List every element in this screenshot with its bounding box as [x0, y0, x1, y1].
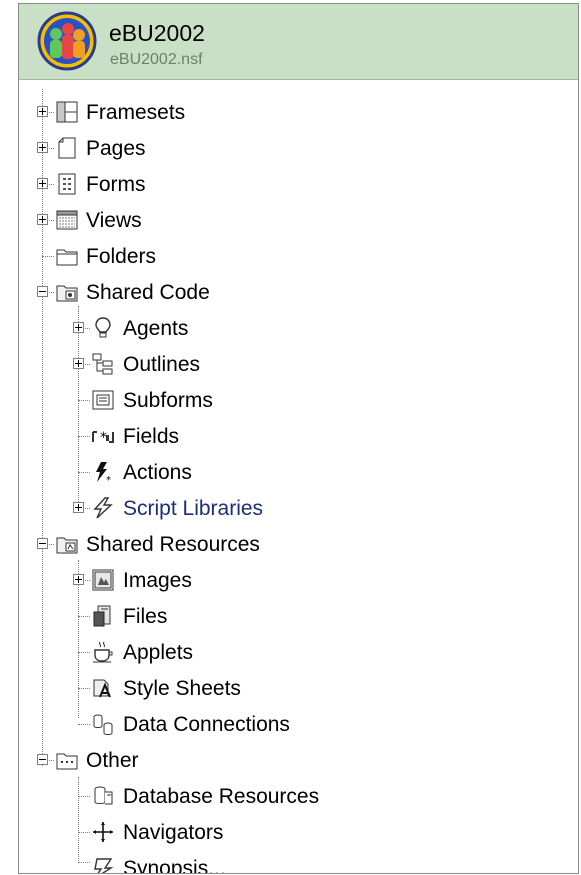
tree-item-label: Agents [123, 317, 189, 340]
frameset-icon [56, 101, 78, 123]
tree-item-label: Files [123, 605, 168, 628]
form-icon [58, 173, 76, 195]
page-icon [58, 137, 76, 159]
tree-item-label: Actions [123, 461, 192, 484]
expand-toggle[interactable] [73, 322, 84, 333]
synopsis-icon [94, 858, 114, 873]
database-resource-icon [94, 786, 113, 805]
collapse-toggle[interactable] [37, 538, 48, 549]
tree-item-label: Pages [86, 137, 146, 160]
tree-item-forms[interactable]: Forms [19, 167, 578, 203]
style-sheet-icon [93, 679, 111, 698]
tree-item-shared-code[interactable]: Shared Code [19, 275, 578, 311]
tree-item-navigators[interactable]: Navigators [19, 815, 578, 851]
tree-item-subforms[interactable]: Subforms [19, 383, 578, 419]
action-lightning-icon: * [96, 462, 111, 484]
tree-item-style-sheets[interactable]: Style Sheets [19, 671, 578, 707]
tree-item-outlines[interactable]: Outlines [19, 347, 578, 383]
tree-item-applets[interactable]: Applets [19, 635, 578, 671]
subform-icon [92, 390, 114, 410]
tree-item-label: Data Connections [123, 713, 290, 736]
tree-item-label: Navigators [123, 821, 224, 844]
collapse-toggle[interactable] [37, 286, 48, 297]
tree-item-label: Other [86, 749, 139, 772]
tree-item-label: Shared Resources [86, 533, 260, 556]
database-navigator-panel: eBU2002 eBU2002.nsf Framesets Pages Form… [18, 3, 579, 874]
tree-item-label: Synopsis... [123, 857, 226, 874]
expand-toggle[interactable] [73, 358, 84, 369]
tree-item-label: Database Resources [123, 785, 320, 808]
collapse-toggle[interactable] [37, 754, 48, 765]
tree-item-database-resources[interactable]: Database Resources [19, 779, 578, 815]
tree-item-framesets[interactable]: Framesets [19, 95, 578, 131]
tree-item-data-connections[interactable]: Data Connections [19, 707, 578, 743]
tree-item-script-libraries[interactable]: Script Libraries [19, 491, 578, 527]
expand-toggle[interactable] [37, 214, 48, 225]
tree-item-views[interactable]: Views [19, 203, 578, 239]
svg-text:*: * [100, 430, 107, 446]
tree-item-files[interactable]: Files [19, 599, 578, 635]
expand-toggle[interactable] [37, 106, 48, 117]
outline-hierarchy-icon [92, 353, 113, 375]
tree-item-pages[interactable]: Pages [19, 131, 578, 167]
tree-item-label: Forms [86, 173, 146, 196]
view-icon [56, 210, 78, 230]
tree-item-label: Views [86, 209, 142, 232]
tree-item-synopsis[interactable]: Synopsis... [19, 851, 578, 874]
tree-item-label: Script Libraries [123, 497, 264, 520]
svg-text:*: * [106, 475, 111, 484]
data-connection-icon [93, 714, 113, 735]
other-folder-icon [56, 753, 78, 770]
expand-toggle[interactable] [73, 574, 84, 585]
tree-item-label: Shared Code [86, 281, 210, 304]
expand-toggle[interactable] [37, 142, 48, 153]
shared-resources-folder-icon [56, 537, 78, 554]
tree-item-label: Subforms [123, 389, 213, 412]
expand-toggle[interactable] [73, 502, 84, 513]
tree-item-label: Fields [123, 425, 180, 448]
tree-item-label: Applets [123, 641, 194, 664]
tree-item-label: Folders [86, 245, 157, 268]
tree-item-folders[interactable]: Folders [19, 239, 578, 275]
tree-item-label: Images [123, 569, 192, 592]
file-resource-icon [93, 605, 111, 627]
tree-item-shared-resources[interactable]: Shared Resources [19, 527, 578, 563]
script-library-icon [93, 497, 113, 519]
tree-item-label: Outlines [123, 353, 201, 376]
tree-item-actions[interactable]: * Actions [19, 455, 578, 491]
agent-lightbulb-icon [95, 317, 111, 338]
design-tree: Framesets Pages Forms Views Folders Shar… [19, 4, 578, 873]
shared-code-folder-icon [56, 285, 78, 302]
tree-item-agents[interactable]: Agents [19, 311, 578, 347]
field-icon: * [92, 430, 114, 446]
expand-toggle[interactable] [37, 178, 48, 189]
tree-item-other[interactable]: Other [19, 743, 578, 779]
applet-coffee-cup-icon [93, 641, 113, 663]
tree-item-label: Framesets [86, 101, 186, 124]
tree-item-label: Style Sheets [123, 677, 241, 700]
image-resource-icon [92, 569, 114, 591]
tree-item-fields[interactable]: * Fields [19, 419, 578, 455]
folder-icon [56, 249, 78, 266]
tree-item-images[interactable]: Images [19, 563, 578, 599]
navigator-crosshair-icon [93, 822, 113, 842]
